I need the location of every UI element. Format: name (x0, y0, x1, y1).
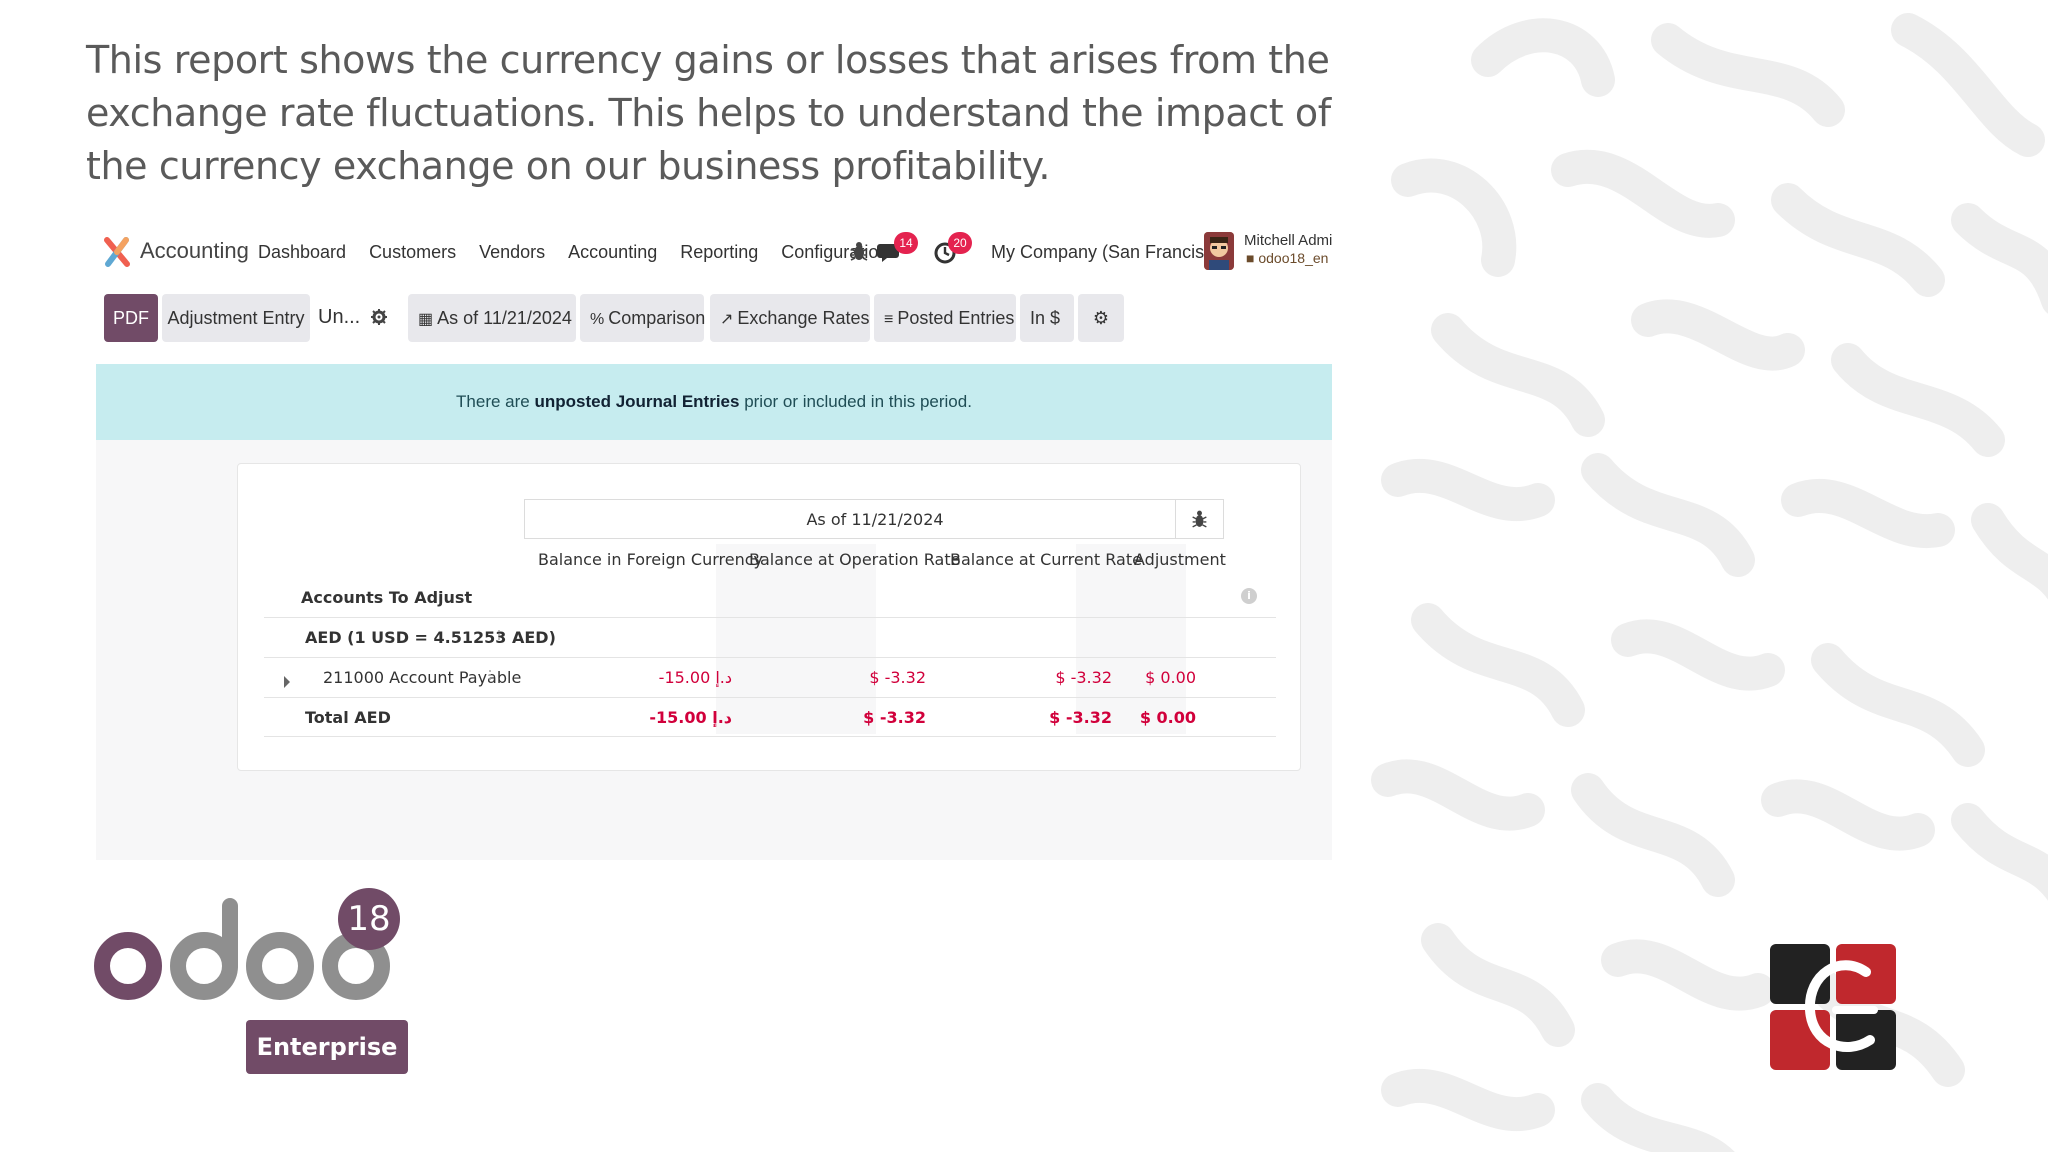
main-menu: Dashboard Customers Vendors Accounting R… (258, 242, 911, 263)
percent-icon: % (590, 311, 605, 328)
debug-bug-icon[interactable] (1175, 500, 1223, 538)
currency-group-label: AED (1 USD = 4.51253 AED) (305, 628, 556, 647)
edition-badge: Enterprise (246, 1020, 408, 1074)
section-title: Accounts To Adjust (301, 588, 473, 607)
menu-configuration[interactable]: Configuration (781, 242, 888, 263)
version-badge: 18 (338, 888, 400, 950)
activity-badge: 20 (948, 232, 972, 254)
period-header: As of 11/21/2024 (524, 499, 1224, 539)
debug-bug-icon[interactable] (848, 238, 870, 264)
row-foreign-balance[interactable]: -15.00 د.إ (568, 668, 732, 687)
period-label: As of 11/21/2024 (806, 510, 944, 529)
pdf-button[interactable]: PDF (104, 294, 158, 342)
unposted-entries-link[interactable]: unposted Journal Entries (534, 392, 739, 411)
row-adjustment[interactable]: $ 0.00 (1118, 668, 1196, 687)
row-options-icon[interactable] (489, 668, 493, 684)
column-shade-adjustment (1076, 544, 1186, 734)
report-title[interactable]: Un... (318, 306, 360, 329)
app-title[interactable]: Accounting (140, 238, 249, 264)
company-switcher[interactable]: My Company (San Francisco) (991, 242, 1229, 263)
column-adjustment: Adjustment (1134, 550, 1226, 569)
currency-button[interactable]: In $ (1020, 294, 1074, 342)
divider (264, 697, 1276, 698)
total-foreign-balance: -15.00 د.إ (649, 708, 732, 727)
publisher-logo (1770, 944, 1896, 1070)
headline-text: This report shows the currency gains or … (86, 38, 1331, 188)
column-current-rate: Balance at Current Rate (950, 550, 1142, 569)
chat-badge: 14 (894, 232, 918, 254)
database-icon: ■ (1246, 250, 1255, 266)
accounting-app-icon[interactable] (104, 236, 130, 268)
column-operation-rate: Balance at Operation Rate (749, 550, 961, 569)
info-icon[interactable]: i (1241, 588, 1257, 604)
row-current-rate[interactable]: $ -3.32 (958, 668, 1112, 687)
row-operation-rate[interactable]: $ -3.32 (758, 668, 926, 687)
top-navbar: Accounting Dashboard Customers Vendors A… (96, 224, 1332, 280)
menu-accounting[interactable]: Accounting (568, 242, 657, 263)
column-shade-operation (716, 544, 876, 734)
date-filter-button[interactable]: ▦ As of 11/21/2024 (408, 294, 576, 342)
divider (264, 657, 1276, 658)
unposted-entries-alert: There are unposted Journal Entries prior… (96, 364, 1332, 440)
divider (264, 736, 1276, 737)
total-adjustment: $ 0.00 (1139, 708, 1196, 727)
menu-customers[interactable]: Customers (369, 242, 456, 263)
calendar-icon: ▦ (418, 311, 434, 328)
decorative-pattern (1368, 0, 2048, 1152)
report-card: As of 11/21/2024 Balance in Foreign Curr… (237, 463, 1301, 771)
report-settings-gear-icon[interactable] (370, 308, 388, 326)
expand-caret-icon[interactable] (284, 676, 290, 688)
menu-reporting[interactable]: Reporting (680, 242, 758, 263)
user-avatar[interactable] (1204, 232, 1234, 270)
report-toolbar: PDF Adjustment Entry Un... ▦ As of 11/21/… (96, 294, 1332, 342)
posted-entries-button[interactable]: ≡ Posted Entries (874, 294, 1016, 342)
options-cog-icon[interactable]: ⚙ (1078, 294, 1124, 342)
exchange-rates-button[interactable]: ↗ Exchange Rates (710, 294, 870, 342)
menu-dashboard[interactable]: Dashboard (258, 242, 346, 263)
line-chart-icon: ↗ (720, 311, 734, 328)
group-options-icon[interactable] (498, 628, 502, 644)
user-name[interactable]: Mitchell Admin (1244, 232, 1332, 249)
total-row-label: Total AED (305, 708, 391, 727)
total-current-rate: $ -3.32 (1049, 708, 1112, 727)
adjustment-entry-button[interactable]: Adjustment Entry (162, 294, 310, 342)
database-name: ■ odoo18_en (1246, 250, 1329, 266)
divider (264, 617, 1276, 618)
comparison-button[interactable]: % Comparison (580, 294, 705, 342)
sliders-icon: ≡ (884, 311, 894, 328)
total-operation-rate: $ -3.32 (863, 708, 926, 727)
menu-vendors[interactable]: Vendors (479, 242, 545, 263)
column-foreign-balance: Balance in Foreign Currency (538, 550, 763, 569)
